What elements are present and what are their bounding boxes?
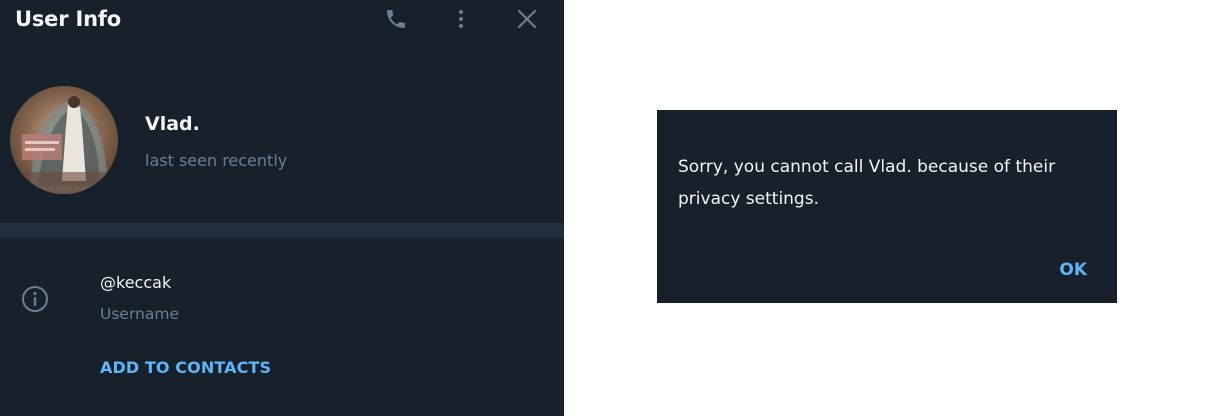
info-icon [22,286,48,312]
panel-title: User Info [15,7,121,31]
username-value[interactable]: @keccak [100,273,171,292]
phone-icon [387,10,405,28]
more-vertical-icon [459,10,463,28]
dialog-message: Sorry, you cannot call Vlad. because of … [678,157,1056,209]
section-divider [0,223,564,238]
privacy-dialog: Sorry, you cannot call Vlad. because of … [657,110,1117,303]
profile-section: Vlad. last seen recently [0,80,564,205]
add-to-contacts-button[interactable]: ADD TO CONTACTS [100,358,271,377]
close-button[interactable] [512,4,542,34]
contact-name: Vlad. [145,113,200,135]
user-info-panel: User Info Vlad. last seen recently @kecc… [0,0,564,416]
username-label: Username [100,305,180,323]
ok-button[interactable]: OK [1059,260,1087,280]
avatar[interactable] [10,86,118,194]
more-options-button[interactable] [446,4,476,34]
call-button[interactable] [381,4,411,34]
panel-header: User Info [0,0,564,42]
last-seen-status: last seen recently [145,151,288,170]
close-icon [517,9,537,29]
avatar-photo [10,86,118,194]
